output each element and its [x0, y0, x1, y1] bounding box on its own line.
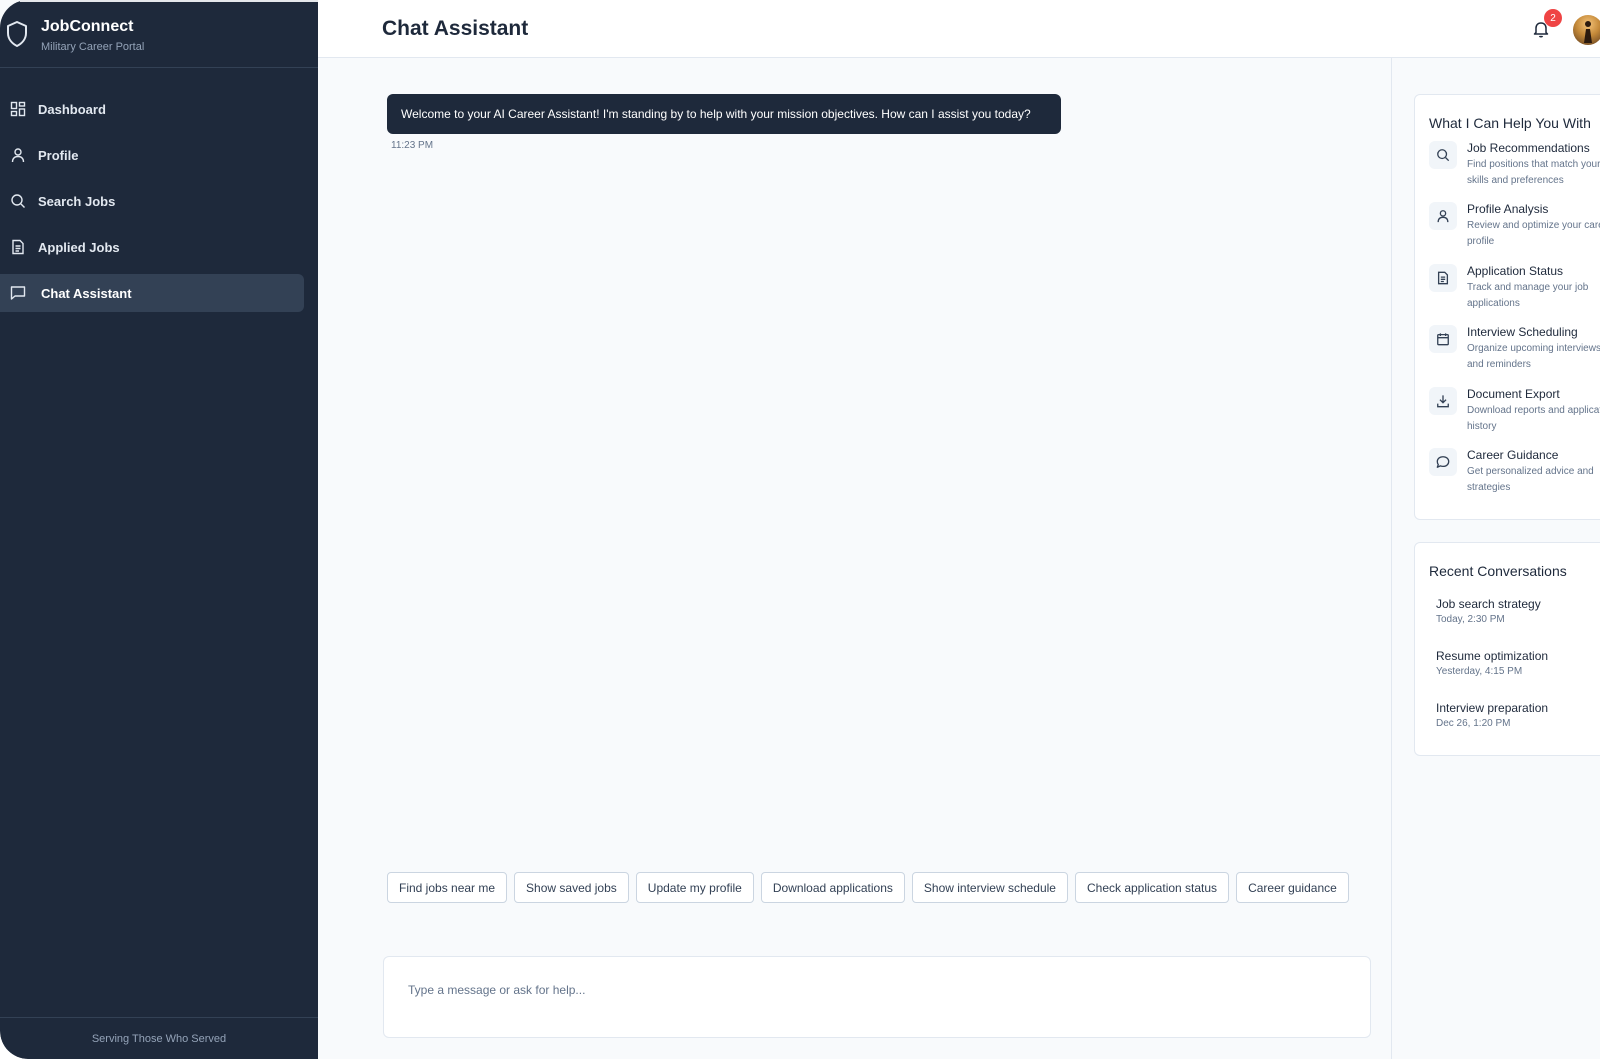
- grid-icon: [10, 101, 26, 117]
- quick-action-find-jobs[interactable]: Find jobs near me: [387, 872, 508, 903]
- help-item-desc: Organize upcoming interviews and reminde…: [1467, 343, 1600, 370]
- conversation-item[interactable]: Interview preparation Dec 26, 1:20 PM: [1436, 701, 1548, 729]
- sidebar-item-chat-assistant[interactable]: Chat Assistant: [0, 274, 304, 312]
- sidebar-item-profile[interactable]: Profile: [0, 136, 318, 174]
- top-header: Chat Assistant 2: [318, 0, 1600, 58]
- conversation-item[interactable]: Job search strategy Today, 2:30 PM: [1436, 597, 1541, 625]
- download-icon: [1429, 387, 1457, 415]
- sidebar-item-applied-jobs[interactable]: Applied Jobs: [0, 228, 318, 266]
- help-item-career-guidance[interactable]: Career Guidance Get personalized advice …: [1429, 448, 1600, 504]
- help-item-title: Interview Scheduling: [1467, 325, 1578, 339]
- conversation-title: Interview preparation: [1436, 701, 1549, 715]
- conversation-time: Today, 2:30 PM: [1436, 614, 1505, 625]
- right-panel: What I Can Help You With Job Recommendat…: [1392, 58, 1600, 1059]
- conversation-title: Job search strategy: [1436, 597, 1541, 611]
- conversation-time: Dec 26, 1:20 PM: [1436, 718, 1511, 729]
- shield-icon: [6, 20, 28, 48]
- message-input[interactable]: Type a message or ask for help...: [383, 956, 1371, 1038]
- page-title: Chat Assistant: [382, 17, 529, 40]
- sidebar-item-dashboard[interactable]: Dashboard: [0, 90, 318, 128]
- help-item-profile-analysis[interactable]: Profile Analysis Review and optimize you…: [1429, 202, 1600, 258]
- document-icon: [10, 239, 26, 255]
- window-top-edge: [20, 0, 338, 2]
- conversation-title: Resume optimization: [1436, 649, 1549, 663]
- help-item-title: Job Recommendations: [1467, 141, 1590, 155]
- help-item-desc: Download reports and application history: [1467, 405, 1600, 432]
- message-timestamp: 11:23 PM: [391, 140, 434, 151]
- recent-conversations-card: Recent Conversations Job search strategy…: [1414, 542, 1600, 756]
- chat-area: Welcome to your AI Career Assistant! I'm…: [318, 58, 1392, 1059]
- help-card-title: What I Can Help You With: [1429, 115, 1591, 131]
- conversation-item[interactable]: Resume optimization Yesterday, 4:15 PM: [1436, 649, 1548, 677]
- search-icon: [10, 193, 26, 209]
- quick-action-download[interactable]: Download applications: [760, 872, 905, 903]
- sidebar-item-label: Profile: [38, 147, 79, 163]
- user-icon: [10, 147, 26, 163]
- brand-subtitle: Military Career Portal: [41, 41, 145, 53]
- brand-header: JobConnect Military Career Portal: [0, 0, 318, 68]
- help-item-title: Application Status: [1467, 264, 1564, 278]
- quick-action-update-profile[interactable]: Update my profile: [635, 872, 754, 903]
- notification-badge: 2: [1544, 9, 1562, 27]
- chat-icon: [1429, 448, 1457, 476]
- help-item-title: Career Guidance: [1467, 448, 1559, 462]
- chat-icon: [10, 285, 26, 301]
- app-window: JobConnect Military Career Portal Dashbo…: [0, 0, 1600, 1059]
- sidebar: JobConnect Military Career Portal Dashbo…: [0, 0, 318, 1059]
- search-icon: [1429, 141, 1457, 169]
- recent-card-title: Recent Conversations: [1429, 563, 1567, 579]
- quick-action-saved-jobs[interactable]: Show saved jobs: [514, 872, 629, 903]
- avatar[interactable]: [1573, 15, 1600, 45]
- help-item-job-recommendations[interactable]: Job Recommendations Find positions that …: [1429, 141, 1600, 197]
- help-item-desc: Review and optimize your career profile: [1467, 220, 1600, 247]
- quick-action-application-status[interactable]: Check application status: [1074, 872, 1230, 903]
- document-icon: [1429, 264, 1457, 292]
- help-item-interview-scheduling[interactable]: Interview Scheduling Organize upcoming i…: [1429, 325, 1600, 381]
- sidebar-item-search-jobs[interactable]: Search Jobs: [0, 182, 318, 220]
- help-item-title: Profile Analysis: [1467, 202, 1549, 216]
- conversation-time: Yesterday, 4:15 PM: [1436, 666, 1523, 677]
- sidebar-item-label: Chat Assistant: [41, 285, 132, 301]
- help-item-application-status[interactable]: Application Status Track and manage your…: [1429, 264, 1600, 320]
- help-item-title: Document Export: [1467, 387, 1560, 401]
- quick-actions: Find jobs near me Show saved jobs Update…: [387, 872, 1349, 903]
- quick-action-career-guidance[interactable]: Career guidance: [1236, 872, 1349, 903]
- assistant-message: Welcome to your AI Career Assistant! I'm…: [387, 94, 1061, 134]
- brand-title: JobConnect: [41, 18, 134, 35]
- sidebar-item-label: Applied Jobs: [38, 239, 120, 255]
- sidebar-item-label: Search Jobs: [38, 193, 116, 209]
- help-item-desc: Find positions that match your skills an…: [1467, 159, 1600, 186]
- user-icon: [1429, 202, 1457, 230]
- sidebar-nav: Dashboard Profile Search Jobs Applied Jo…: [0, 90, 318, 320]
- help-item-desc: Track and manage your job applications: [1467, 282, 1589, 309]
- help-item-document-export[interactable]: Document Export Download reports and app…: [1429, 387, 1600, 443]
- quick-action-interview-schedule[interactable]: Show interview schedule: [911, 872, 1068, 903]
- sidebar-item-label: Dashboard: [38, 101, 106, 117]
- sidebar-footer: Serving Those Who Served: [0, 1017, 318, 1059]
- calendar-icon: [1429, 325, 1457, 353]
- help-card: What I Can Help You With Job Recommendat…: [1414, 94, 1600, 520]
- help-item-desc: Get personalized advice and strategies: [1467, 466, 1594, 493]
